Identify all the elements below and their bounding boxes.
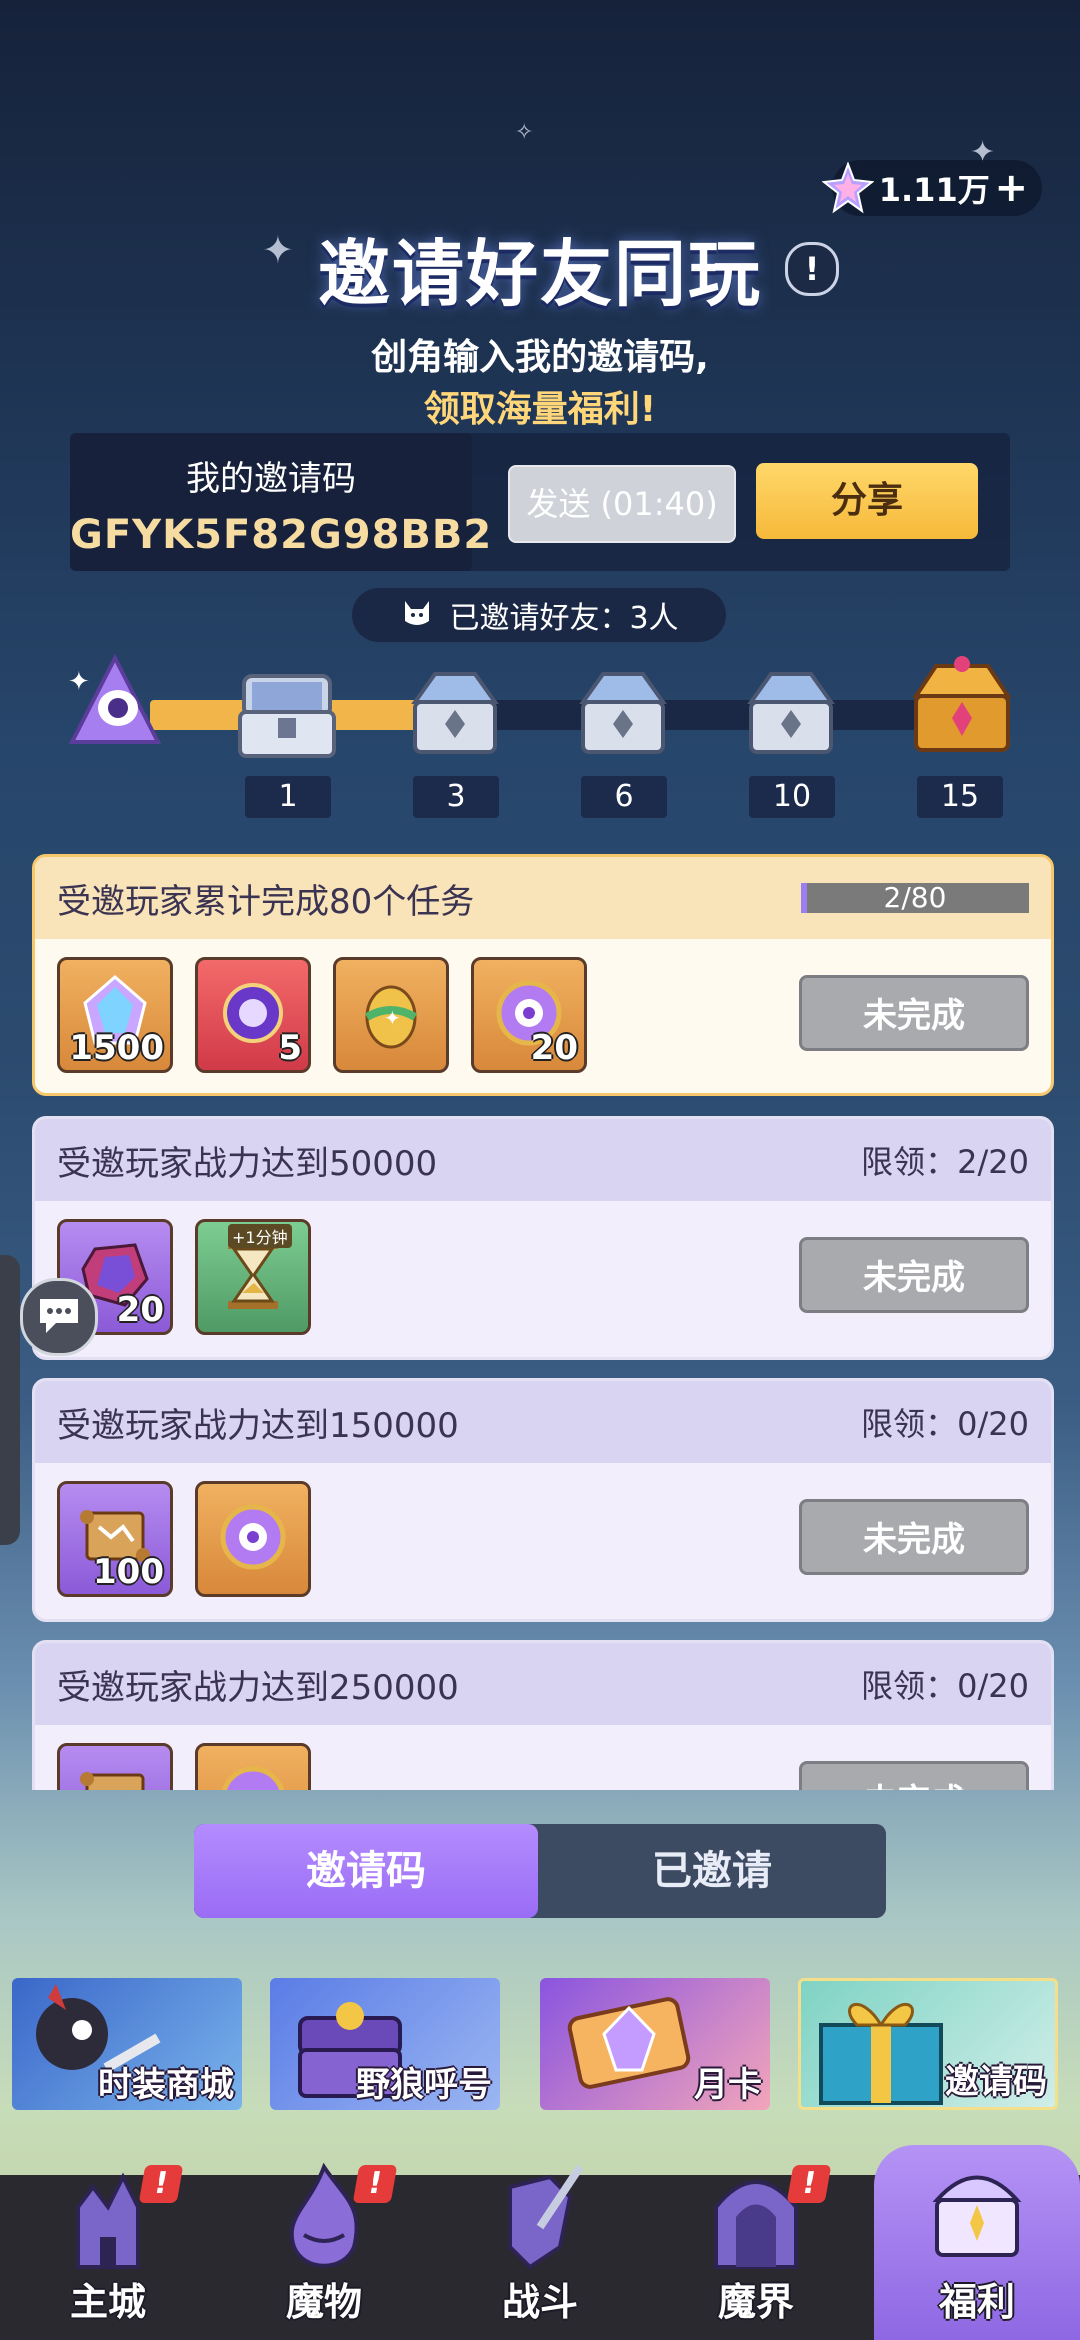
invited-count-text: 已邀请好友：3人 (449, 601, 679, 636)
nav-label: 福利 (938, 2280, 1015, 2324)
notification-badge: ! (138, 2165, 184, 2203)
mascot-eye-icon: ✦ (60, 650, 170, 764)
reward-qty: 20 (116, 1290, 164, 1330)
reward-qty: 5 (278, 1028, 302, 1068)
milestone-count: 10 (749, 776, 835, 818)
nav-label: 主城 (69, 2280, 146, 2324)
shortcut-wolf-call[interactable]: 野狼呼号 (270, 1978, 500, 2110)
reward-qty: 1500 (69, 1028, 164, 1068)
task-claim-limit: 限领：0/20 (861, 1405, 1029, 1443)
svg-text:✦: ✦ (68, 667, 90, 697)
shortcut-monthly-card[interactable]: 月卡 (540, 1978, 770, 2110)
notification-badge: ! (786, 2165, 832, 2203)
nav-main-city[interactable]: ! 主城 (0, 2165, 216, 2340)
info-button[interactable]: ! (785, 242, 839, 296)
invite-code-label: 我的邀请码 (186, 459, 356, 499)
rune-coin-icon (213, 1759, 293, 1790)
egg-icon: ✦ (351, 973, 431, 1057)
task-title: 受邀玩家战力达到50000 (57, 1143, 438, 1184)
tab-bar: 邀请码 已邀请 (194, 1824, 886, 1918)
nav-label: 魔界 (717, 2280, 794, 2324)
task-card: 受邀玩家战力达到150000 限领：0/20 100 未完成 (32, 1378, 1054, 1622)
shortcut-label: 时装商城 (98, 2065, 234, 2105)
reward-item[interactable]: +1分钟 (195, 1219, 311, 1335)
reward-item[interactable] (195, 1481, 311, 1597)
shortcut-label: 月卡 (694, 2065, 762, 2105)
reward-qty: 100 (93, 1552, 164, 1592)
shortcut-label: 邀请码 (945, 2062, 1047, 2102)
reward-qty: 20 (530, 1028, 578, 1068)
invited-count-pill: 已邀请好友：3人 (352, 588, 726, 642)
currency-display[interactable]: 1.11万 + (822, 160, 1042, 216)
milestone-count: 15 (917, 776, 1003, 818)
reward-item[interactable]: 5 (195, 957, 311, 1073)
share-button[interactable]: 分享 (756, 463, 978, 539)
reward-item[interactable]: 1500 (57, 957, 173, 1073)
currency-amount: 1.11万 (878, 171, 990, 209)
map-scroll-icon (75, 1759, 155, 1790)
milestone-count: 6 (581, 776, 667, 818)
milestone-count: 1 (245, 776, 331, 818)
task-status-button[interactable]: 未完成 (799, 1761, 1029, 1790)
tab-invite-code[interactable]: 邀请码 (194, 1824, 538, 1918)
gift-box-icon (819, 2003, 943, 2105)
sparkle-icon: ✧ (515, 120, 534, 145)
task-card: 受邀玩家战力达到250000 限领：0/20 未完成 (32, 1640, 1054, 1790)
chat-button[interactable] (20, 1278, 98, 1356)
task-claim-limit: 限领：2/20 (861, 1143, 1029, 1181)
subtitle-line-2: 领取海量福利! (423, 389, 657, 430)
task-progress-text: 2/80 (883, 881, 947, 914)
task-progress-bar: 2/80 (801, 883, 1029, 913)
cat-icon (399, 593, 435, 637)
invite-code-value[interactable]: GFYK5F82G98BB2 (70, 512, 491, 558)
silver-chest-icon (741, 664, 841, 768)
reward-item[interactable]: 20 (471, 957, 587, 1073)
star-crystal-icon (822, 162, 874, 214)
task-status-button[interactable]: 未完成 (799, 1499, 1029, 1575)
shortcut-label: 野狼呼号 (356, 2065, 492, 2105)
bottom-nav: ! 主城 ! 魔物 战斗 ! 魔界 福利 (0, 2145, 1080, 2340)
reward-item[interactable] (57, 1743, 173, 1790)
month-card-crystal-icon (567, 1997, 691, 2089)
nav-welfare[interactable]: 福利 (874, 2145, 1080, 2340)
nav-label: 魔物 (285, 2280, 362, 2324)
shortcut-invite-code[interactable]: 邀请码 (798, 1978, 1058, 2110)
reward-item[interactable]: ✦ (333, 957, 449, 1073)
task-title: 受邀玩家累计完成80个任务 (57, 881, 475, 922)
subtitle-line-1: 创角输入我的邀请码, (371, 337, 709, 378)
svg-text:✦: ✦ (384, 1006, 401, 1030)
shortcut-fashion-shop[interactable]: 时装商城 (12, 1978, 242, 2110)
task-list[interactable]: 受邀玩家累计完成80个任务 2/80 1500 5 ✦ 20 未完成 受邀玩家战… (0, 850, 1080, 1790)
notification-badge: ! (352, 2165, 398, 2203)
nav-battle[interactable]: 战斗 (432, 2164, 648, 2340)
task-card: 受邀玩家累计完成80个任务 2/80 1500 5 ✦ 20 未完成 (32, 854, 1054, 1096)
reward-tag: +1分钟 (228, 1224, 292, 1248)
task-status-button[interactable]: 未完成 (799, 1237, 1029, 1313)
page-title: 邀请好友同玩 (317, 232, 762, 316)
silver-chest-icon (405, 664, 505, 768)
add-currency-button[interactable]: + (994, 165, 1028, 211)
nav-label: 战斗 (501, 2280, 578, 2324)
task-title: 受邀玩家战力达到250000 (57, 1667, 459, 1708)
reward-item[interactable] (195, 1743, 311, 1790)
task-claim-limit: 限领：0/20 (861, 1667, 1029, 1705)
gold-chest-icon (906, 652, 1018, 768)
silver-chest-icon (573, 664, 673, 768)
chat-icon (34, 1293, 84, 1341)
welfare-chest-icon (932, 2175, 1022, 2257)
shield-sword-icon (508, 2164, 584, 2270)
task-card: 受邀玩家战力达到50000 限领：2/20 20 +1分钟 未完成 (32, 1116, 1054, 1360)
milestone-count: 3 (413, 776, 499, 818)
task-title: 受邀玩家战力达到150000 (57, 1405, 459, 1446)
open-chest-icon (232, 656, 342, 770)
tab-invited[interactable]: 已邀请 (538, 1824, 886, 1918)
side-drawer-handle[interactable] (0, 1255, 20, 1545)
nav-demon-realm[interactable]: ! 魔界 (648, 2165, 864, 2340)
invite-code-box[interactable]: 我的邀请码 GFYK5F82G98BB2 (70, 433, 491, 571)
task-status-button[interactable]: 未完成 (799, 975, 1029, 1051)
nav-monsters[interactable]: ! 魔物 (216, 2162, 432, 2340)
rune-coin-icon (213, 1497, 293, 1581)
reward-item[interactable]: 100 (57, 1481, 173, 1597)
send-button[interactable]: 发送 (01:40) (508, 465, 736, 543)
